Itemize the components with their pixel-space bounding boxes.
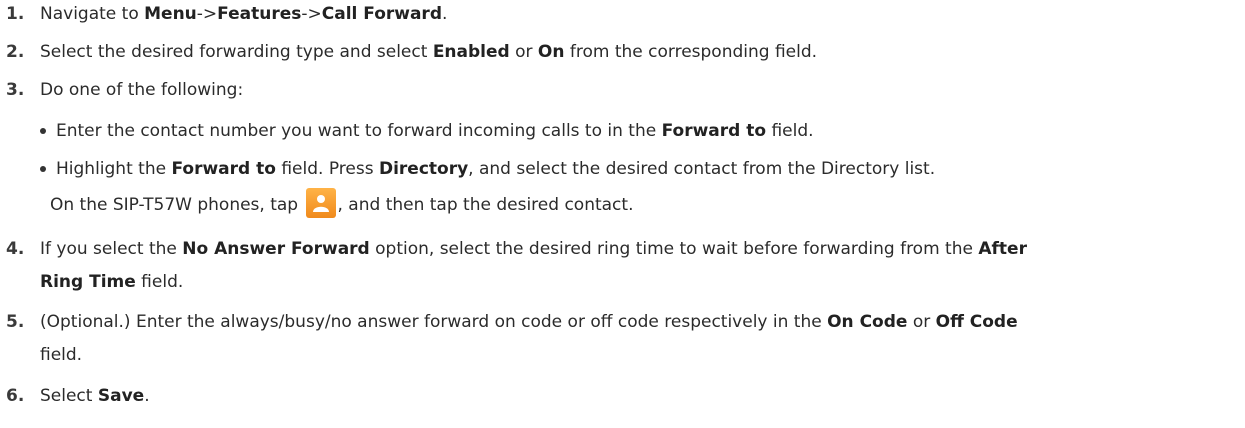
bullet-item-2-continuation: On the SIP-T57W phones, tap , and then t… [0, 188, 1245, 222]
step-5: 5. (Optional.) Enter the always/busy/no … [0, 310, 1245, 334]
step-text: If you select the No Answer Forward opti… [40, 239, 1027, 259]
step-number: 2. [6, 42, 25, 62]
forward-to-label: Forward to [661, 121, 767, 141]
bullet-item-1: Enter the contact number you want to for… [0, 119, 1245, 143]
ring-time-label: Ring Time [40, 272, 136, 292]
bullet-text: Enter the contact number you want to for… [56, 121, 814, 141]
save-label: Save [97, 386, 145, 406]
call-forward-label: Call Forward [321, 4, 442, 24]
bullet-text: Highlight the Forward to field. Press Di… [56, 159, 936, 179]
step-number: 4. [6, 239, 25, 259]
on-code-label: On Code [827, 312, 908, 332]
step-text: (Optional.) Enter the always/busy/no ans… [40, 312, 1018, 332]
step-text: Do one of the following: [40, 80, 244, 100]
bullet-item-2: Highlight the Forward to field. Press Di… [0, 157, 1245, 181]
bullet-dot-icon [40, 166, 46, 172]
bullet-continuation-text: On the SIP-T57W phones, tap , and then t… [50, 188, 633, 218]
step-2: 2. Select the desired forwarding type an… [0, 40, 1245, 64]
step-6: 6. Select Save. [0, 384, 1245, 408]
step-number: 1. [6, 4, 25, 24]
contact-person-icon [305, 188, 336, 218]
directory-label: Directory [378, 159, 469, 179]
step-text: Select Save. [40, 386, 150, 406]
instruction-document: 1. Navigate to Menu->Features->Call Forw… [0, 0, 1245, 428]
step-text: Select the desired forwarding type and s… [40, 42, 818, 62]
enabled-label: Enabled [432, 42, 510, 62]
off-code-label: Off Code [935, 312, 1018, 332]
step-4-continuation: Ring Time field. [0, 270, 1245, 294]
step-1: 1. Navigate to Menu->Features->Call Forw… [0, 2, 1245, 26]
step-4: 4. If you select the No Answer Forward o… [0, 237, 1245, 261]
step-number: 3. [6, 80, 25, 100]
forward-to-label: Forward to [171, 159, 276, 179]
step-continuation-text: Ring Time field. [40, 272, 184, 292]
step-continuation-text: field. [40, 345, 83, 365]
menu-label: Menu [144, 4, 197, 24]
step-number: 5. [6, 312, 25, 332]
step-5-continuation: field. [0, 343, 1245, 367]
no-answer-forward-label: No Answer Forward [182, 239, 370, 259]
step-number: 6. [6, 386, 25, 406]
step-text: Navigate to Menu->Features->Call Forward… [40, 4, 448, 24]
bullet-dot-icon [40, 128, 46, 134]
after-label: After [978, 239, 1027, 259]
on-label: On [537, 42, 565, 62]
features-label: Features [217, 4, 302, 24]
step-3: 3. Do one of the following: [0, 78, 1245, 102]
